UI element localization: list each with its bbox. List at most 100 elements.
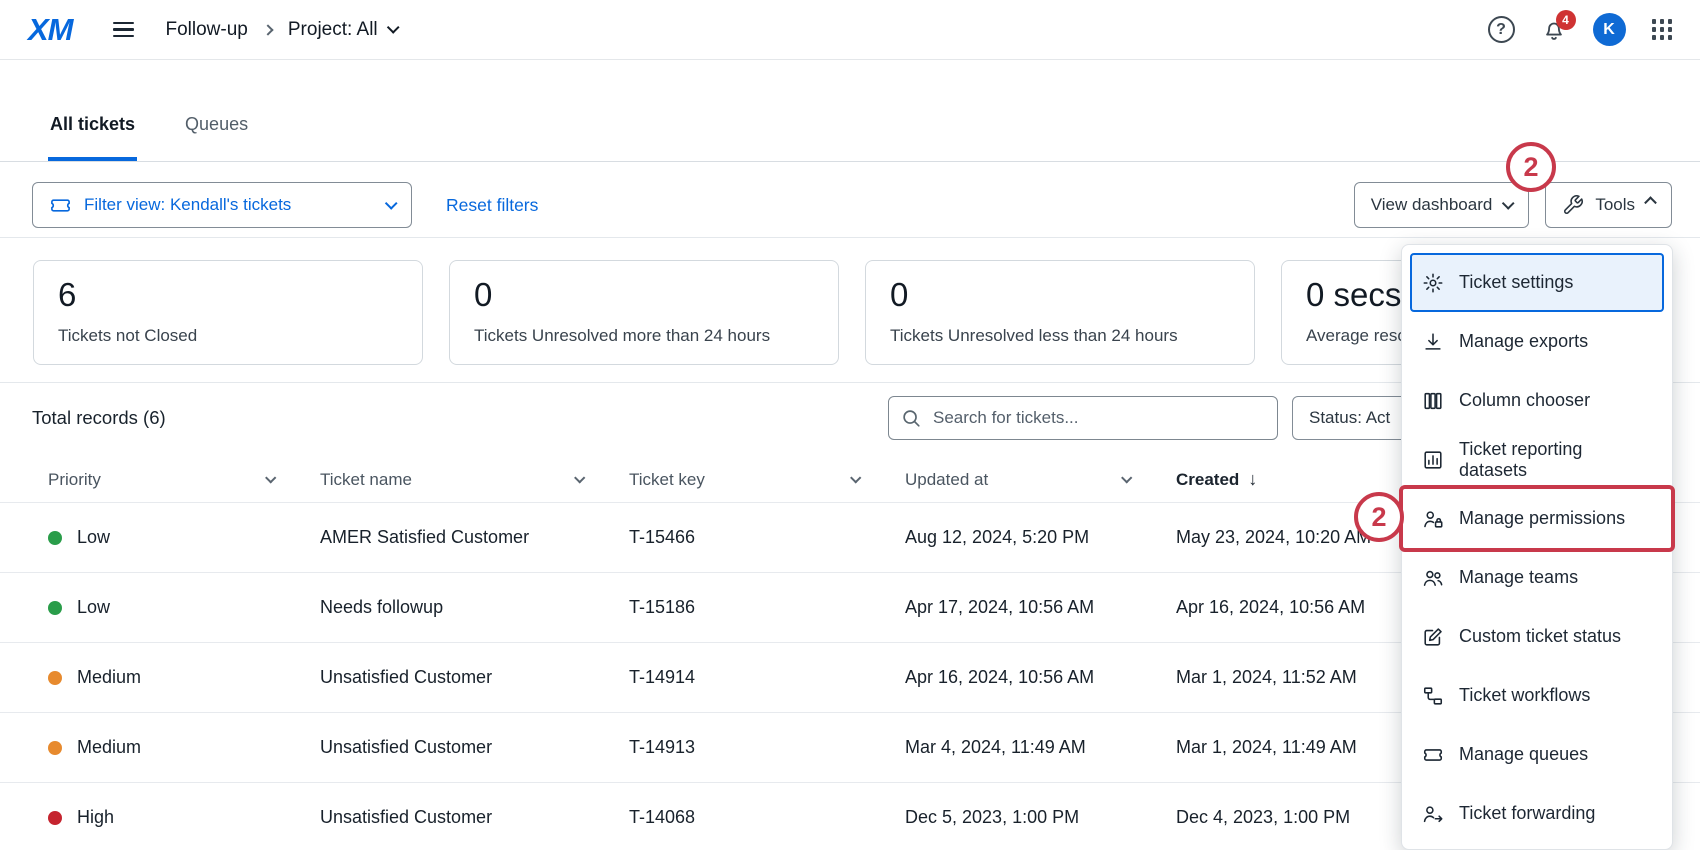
priority-cell: High [48,807,320,828]
column-header-updated-at[interactable]: Updated at [905,470,1176,490]
ticket-icon [1422,744,1444,766]
updated-at-cell: Dec 5, 2023, 1:00 PM [905,807,1176,828]
menu-item-label: Manage teams [1459,567,1578,588]
filter-view-label: Filter view: Kendall's tickets [84,195,291,215]
apps-grid-icon [1652,19,1673,40]
menu-item-label: Manage queues [1459,744,1588,765]
menu-item-ticket-settings[interactable]: Ticket settings [1410,253,1664,312]
help-button[interactable]: ? [1488,16,1515,43]
priority-dot [48,811,62,825]
dataset-icon [1422,449,1444,471]
ticket-name-cell: Unsatisfied Customer [320,667,629,688]
breadcrumb-section[interactable]: Follow-up [166,19,248,41]
tools-menu: Ticket settings Manage exports Column ch… [1401,244,1673,850]
menu-item-label: Ticket reporting datasets [1459,439,1652,481]
tools-button[interactable]: Tools [1545,182,1672,228]
chevron-down-icon [386,21,399,34]
chevron-down-icon [1121,472,1132,483]
filter-bar: Filter view: Kendall's tickets Reset fil… [0,182,1700,228]
chevron-down-icon [1502,197,1515,210]
chevron-down-icon [574,472,585,483]
breadcrumb-separator-icon [262,24,273,35]
reset-filters-link[interactable]: Reset filters [446,195,538,216]
breadcrumb: Follow-up Project: All [166,19,397,41]
sort-desc-icon: ↓ [1248,469,1257,490]
column-header-ticket-name[interactable]: Ticket name [320,470,629,490]
column-header-ticket-key[interactable]: Ticket key [629,470,905,490]
updated-at-cell: Mar 4, 2024, 11:49 AM [905,737,1176,758]
ticket-key-cell: T-15186 [629,597,905,618]
priority-cell: Low [48,527,320,548]
step-annotation-tools: 2 [1506,142,1556,192]
menu-item-manage-teams[interactable]: Manage teams [1410,548,1664,607]
notifications-button[interactable]: 4 [1541,17,1567,43]
step-annotation-manage-permissions: 2 [1354,492,1404,542]
priority-dot [48,531,62,545]
notification-count-badge: 4 [1556,10,1576,30]
project-selector[interactable]: Project: All [288,19,397,41]
menu-item-label: Ticket forwarding [1459,803,1595,824]
menu-item-label: Column chooser [1459,390,1590,411]
chevron-down-icon [265,472,276,483]
app-switcher-button[interactable] [1652,19,1673,40]
kpi-card-unresolved-more-24h: 0 Tickets Unresolved more than 24 hours [449,260,839,365]
view-dashboard-button[interactable]: View dashboard [1354,182,1530,228]
tab-all-tickets[interactable]: All tickets [48,114,137,161]
updated-at-cell: Aug 12, 2024, 5:20 PM [905,527,1176,548]
ticket-key-cell: T-15466 [629,527,905,548]
ticket-name-cell: Unsatisfied Customer [320,807,629,828]
gear-icon [1422,272,1444,294]
kpi-card-unresolved-less-24h: 0 Tickets Unresolved less than 24 hours [865,260,1255,365]
search-box [888,396,1278,440]
tabs-bar: All tickets Queues [0,60,1700,162]
search-input[interactable] [888,396,1278,440]
updated-at-cell: Apr 17, 2024, 10:56 AM [905,597,1176,618]
chevron-down-icon [385,197,398,210]
ticket-key-cell: T-14914 [629,667,905,688]
chevron-up-icon [1644,196,1657,209]
help-icon: ? [1488,16,1515,43]
ticket-name-cell: AMER Satisfied Customer [320,527,629,548]
priority-dot [48,741,62,755]
people-icon [1422,567,1444,589]
divider [0,237,1700,238]
kpi-label: Tickets Unresolved more than 24 hours [474,326,814,346]
wrench-icon [1562,194,1584,216]
menu-item-label: Manage permissions [1459,508,1625,529]
kpi-label: Tickets not Closed [58,326,398,346]
menu-item-custom-ticket-status[interactable]: Custom ticket status [1410,607,1664,666]
ticket-key-cell: T-14913 [629,737,905,758]
workflow-icon [1422,685,1444,707]
ticket-icon [49,194,72,217]
column-header-priority[interactable]: Priority [48,470,320,490]
top-nav: XM Follow-up Project: All ? 4 K [0,0,1700,60]
menu-item-column-chooser[interactable]: Column chooser [1410,371,1664,430]
download-icon [1422,331,1444,353]
menu-item-manage-exports[interactable]: Manage exports [1410,312,1664,371]
filter-view-dropdown[interactable]: Filter view: Kendall's tickets [32,182,412,228]
menu-item-manage-queues[interactable]: Manage queues [1410,725,1664,784]
filter-bar-actions: View dashboard Tools [1354,182,1672,228]
ticket-key-cell: T-14068 [629,807,905,828]
menu-item-label: Ticket settings [1459,272,1573,293]
app-root: XM Follow-up Project: All ? 4 K All [0,0,1700,850]
menu-item-label: Manage exports [1459,331,1588,352]
priority-cell: Medium [48,737,320,758]
menu-item-label: Custom ticket status [1459,626,1621,647]
tab-queues[interactable]: Queues [183,114,250,161]
menu-item-ticket-forwarding[interactable]: Ticket forwarding [1410,784,1664,843]
priority-dot [48,671,62,685]
avatar[interactable]: K [1593,13,1626,46]
person-lock-icon [1422,508,1444,530]
ticket-name-cell: Unsatisfied Customer [320,737,629,758]
menu-item-ticket-reporting-datasets[interactable]: Ticket reporting datasets [1410,430,1664,489]
project-selector-label: Project: All [288,19,378,41]
person-forward-icon [1422,803,1444,825]
chevron-down-icon [850,472,861,483]
hamburger-menu-icon[interactable] [107,16,140,44]
menu-item-ticket-workflows[interactable]: Ticket workflows [1410,666,1664,725]
menu-item-manage-permissions[interactable]: Manage permissions [1410,489,1664,548]
priority-cell: Low [48,597,320,618]
priority-cell: Medium [48,667,320,688]
tools-label: Tools [1595,195,1635,215]
